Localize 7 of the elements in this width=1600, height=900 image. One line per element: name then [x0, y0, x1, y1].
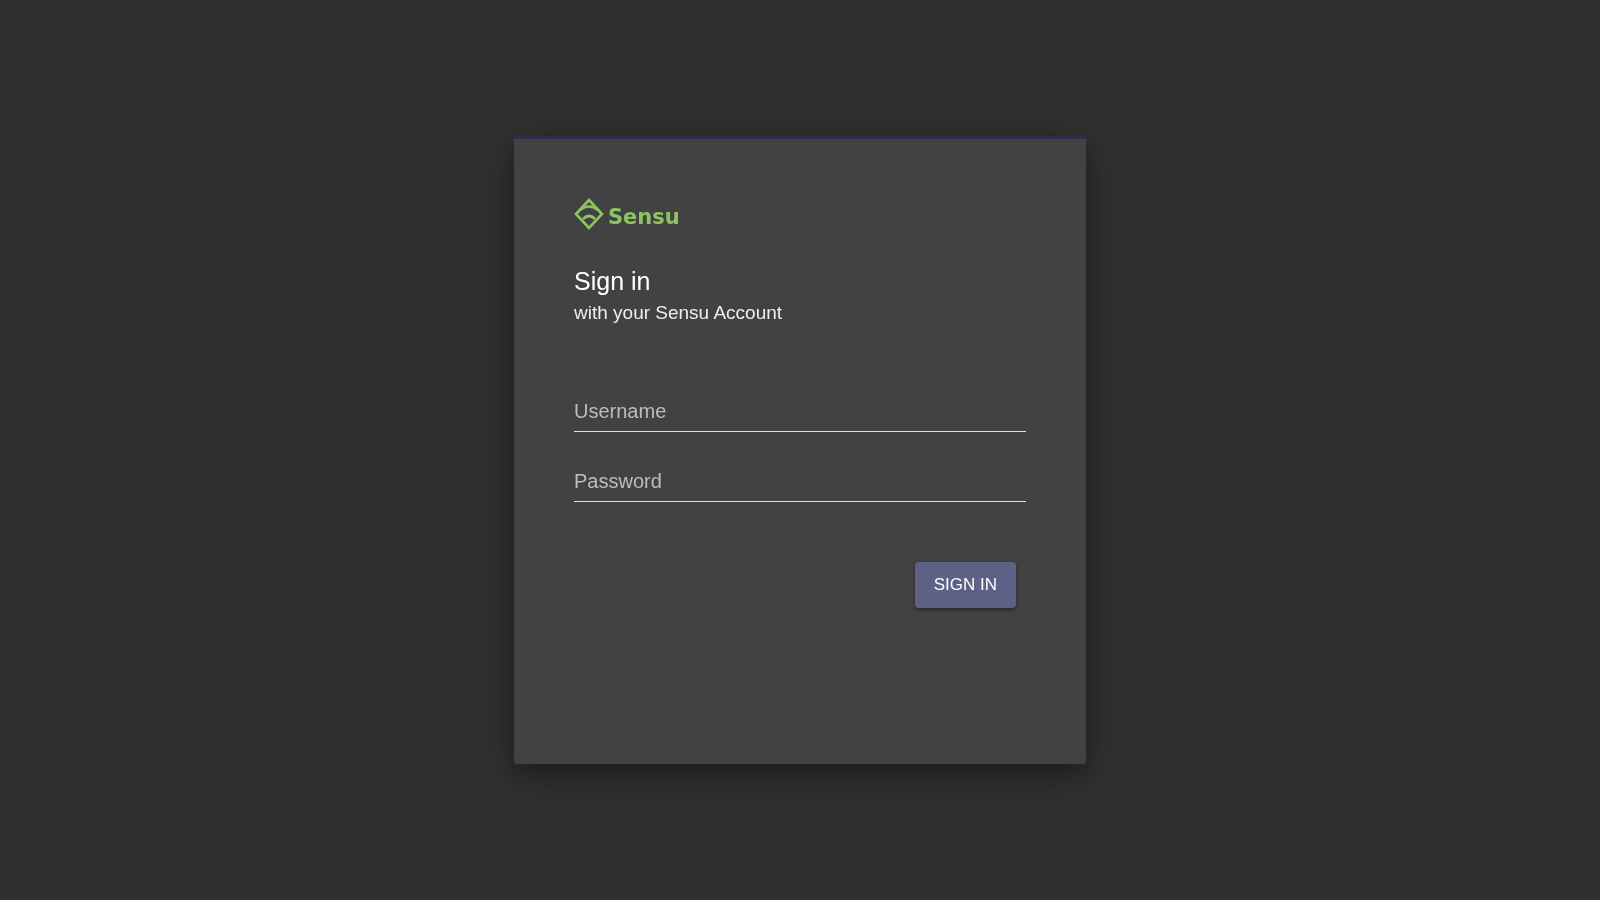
sign-in-subtitle: with your Sensu Account [574, 302, 784, 324]
password-field[interactable]: Password [574, 462, 1026, 502]
logo-text: Sensu [608, 205, 680, 229]
username-field[interactable]: Username [574, 392, 1026, 432]
sign-in-button[interactable]: SIGN IN [914, 562, 1016, 608]
logo-icon [574, 198, 604, 230]
sign-in-title: Sign in [574, 267, 652, 296]
